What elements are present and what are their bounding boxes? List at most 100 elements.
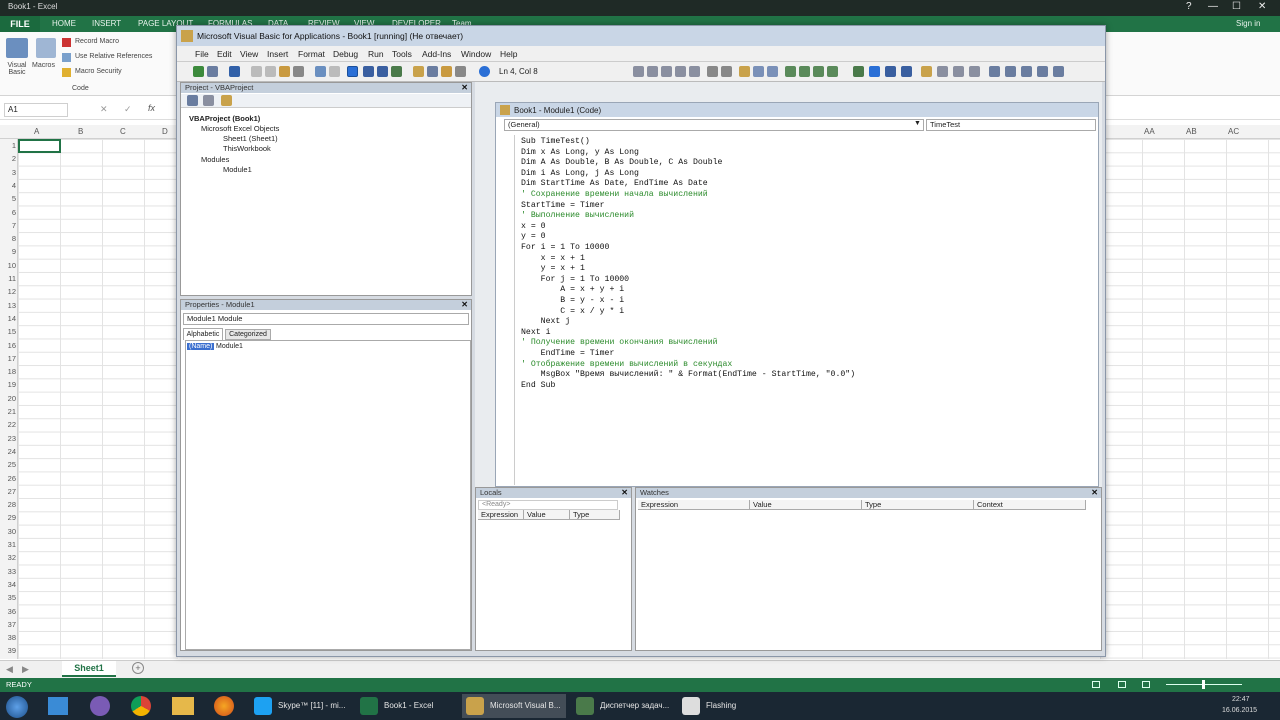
taskbar-item-skype[interactable]: Skype™ [11] - mi... (250, 694, 350, 718)
tree-item-vbaproject[interactable]: VBAProject (Book1) (189, 114, 260, 123)
page-layout-view-icon[interactable] (1118, 681, 1126, 688)
row-header[interactable]: 38 (0, 633, 16, 642)
design-mode-2-icon[interactable] (853, 66, 864, 77)
row-header[interactable]: 4 (0, 181, 16, 190)
column-header[interactable]: AC (1228, 127, 1239, 136)
row-header[interactable]: 9 (0, 247, 16, 256)
code-line[interactable]: y = 0 (521, 232, 546, 241)
code-line[interactable]: For j = 1 To 10000 (521, 275, 629, 284)
close-icon[interactable]: ✕ (461, 300, 468, 309)
row-header[interactable]: 26 (0, 474, 16, 483)
visual-basic-icon[interactable] (6, 38, 28, 58)
row-header[interactable]: 30 (0, 527, 16, 536)
code-line[interactable]: Dim A As Double, B As Double, C As Doubl… (521, 158, 722, 167)
close-icon[interactable]: ✕ (461, 83, 468, 92)
watches-col-value[interactable]: Value (750, 500, 862, 510)
row-header[interactable]: 37 (0, 620, 16, 629)
explorer-pin-icon[interactable] (48, 697, 68, 715)
code-line[interactable]: A = x + y + i (521, 285, 624, 294)
save-icon[interactable] (229, 66, 240, 77)
row-header[interactable]: 11 (0, 274, 16, 283)
column-header[interactable]: D (162, 127, 168, 136)
tab-file[interactable]: FILE (0, 16, 40, 32)
copy-icon[interactable] (265, 66, 276, 77)
row-header[interactable]: 5 (0, 194, 16, 203)
column-header[interactable]: AB (1186, 127, 1197, 136)
viber-pin-icon[interactable] (90, 696, 110, 716)
find-icon[interactable] (293, 66, 304, 77)
firefox-pin-icon[interactable] (214, 696, 234, 716)
code-line[interactable]: EndTime = Timer (521, 349, 615, 358)
next-sheet-icon[interactable]: ▶ (22, 664, 29, 675)
row-header[interactable]: 12 (0, 287, 16, 296)
enter-icon[interactable]: ✓ (124, 104, 132, 115)
complete-word-icon[interactable] (689, 66, 700, 77)
object-browser-icon[interactable] (441, 66, 452, 77)
paste-icon[interactable] (279, 66, 290, 77)
toggle-breakpoint-icon[interactable] (739, 66, 750, 77)
row-header[interactable]: 16 (0, 341, 16, 350)
help-circle-icon[interactable] (479, 66, 490, 77)
row-header[interactable]: 21 (0, 407, 16, 416)
macros-icon[interactable] (36, 38, 56, 58)
insert-module-icon[interactable] (207, 66, 218, 77)
column-header[interactable]: B (78, 127, 83, 136)
row-header[interactable]: 15 (0, 327, 16, 336)
toggle-folders-icon[interactable] (221, 95, 232, 106)
row-header[interactable]: 36 (0, 607, 16, 616)
macro-security-button[interactable]: Macro Security (75, 68, 122, 75)
code-line[interactable]: Dim i As Long, j As Long (521, 169, 639, 178)
row-header[interactable]: 28 (0, 500, 16, 509)
row-header[interactable]: 24 (0, 447, 16, 456)
tab-insert[interactable]: INSERT (92, 19, 121, 28)
quick-info-icon[interactable] (661, 66, 672, 77)
row-header[interactable]: 10 (0, 261, 16, 270)
step-out-icon[interactable] (969, 66, 980, 77)
name-box[interactable]: A1 (4, 103, 68, 117)
prev-sheet-icon[interactable]: ◀ (6, 664, 13, 675)
object-dropdown[interactable]: (General) (504, 119, 924, 131)
row-header[interactable]: 35 (0, 593, 16, 602)
menu-run[interactable]: Run (368, 49, 384, 59)
code-line[interactable]: MsgBox "Время вычислений: " & Format(End… (521, 370, 855, 379)
cut-icon[interactable] (251, 66, 262, 77)
row-header[interactable]: 20 (0, 394, 16, 403)
menu-help[interactable]: Help (500, 49, 517, 59)
code-line[interactable]: Dim StartTime As Date, EndTime As Date (521, 179, 708, 188)
watches-col-expression[interactable]: Expression (638, 500, 750, 510)
add-sheet-icon[interactable]: + (132, 662, 144, 674)
taskbar-item-vbe[interactable]: Microsoft Visual B... (462, 694, 566, 718)
row-header[interactable]: 32 (0, 553, 16, 562)
row-header[interactable]: 18 (0, 367, 16, 376)
code-line[interactable]: ' Получение времени окончания вычислений (521, 338, 718, 347)
comment-block-icon[interactable] (753, 66, 764, 77)
prev-bookmark-icon[interactable] (813, 66, 824, 77)
properties-object-select[interactable]: Module1 Module (183, 313, 469, 325)
close-icon[interactable]: ✕ (1258, 1, 1266, 12)
zoom-slider-handle[interactable] (1202, 680, 1205, 689)
row-header[interactable]: 33 (0, 567, 16, 576)
view-excel-icon[interactable] (193, 66, 204, 77)
code-line[interactable]: x = x + 1 (521, 254, 585, 263)
row-header[interactable]: 25 (0, 460, 16, 469)
immediate-window-icon[interactable] (1005, 66, 1016, 77)
code-line[interactable]: End Sub (521, 381, 555, 390)
row-header[interactable]: 34 (0, 580, 16, 589)
tree-item-module1[interactable]: Module1 (223, 165, 252, 174)
tree-item-sheet1[interactable]: Sheet1 (Sheet1) (223, 134, 278, 143)
menu-tools[interactable]: Tools (392, 49, 412, 59)
active-cell[interactable] (18, 139, 61, 153)
code-line[interactable]: Next j (521, 317, 571, 326)
tree-item-thisworkbook[interactable]: ThisWorkbook (223, 144, 271, 153)
column-header[interactable]: A (34, 127, 39, 136)
visual-basic-button[interactable]: Visual Basic (4, 62, 30, 76)
view-object-icon[interactable] (203, 95, 214, 106)
row-header[interactable]: 29 (0, 513, 16, 522)
row-header[interactable]: 7 (0, 221, 16, 230)
menu-file[interactable]: File (195, 49, 209, 59)
step-over-icon[interactable] (953, 66, 964, 77)
row-header[interactable]: 19 (0, 380, 16, 389)
close-icon[interactable]: ✕ (1091, 488, 1098, 497)
locals-col-value[interactable]: Value (524, 510, 570, 520)
undo-icon[interactable] (315, 66, 326, 77)
